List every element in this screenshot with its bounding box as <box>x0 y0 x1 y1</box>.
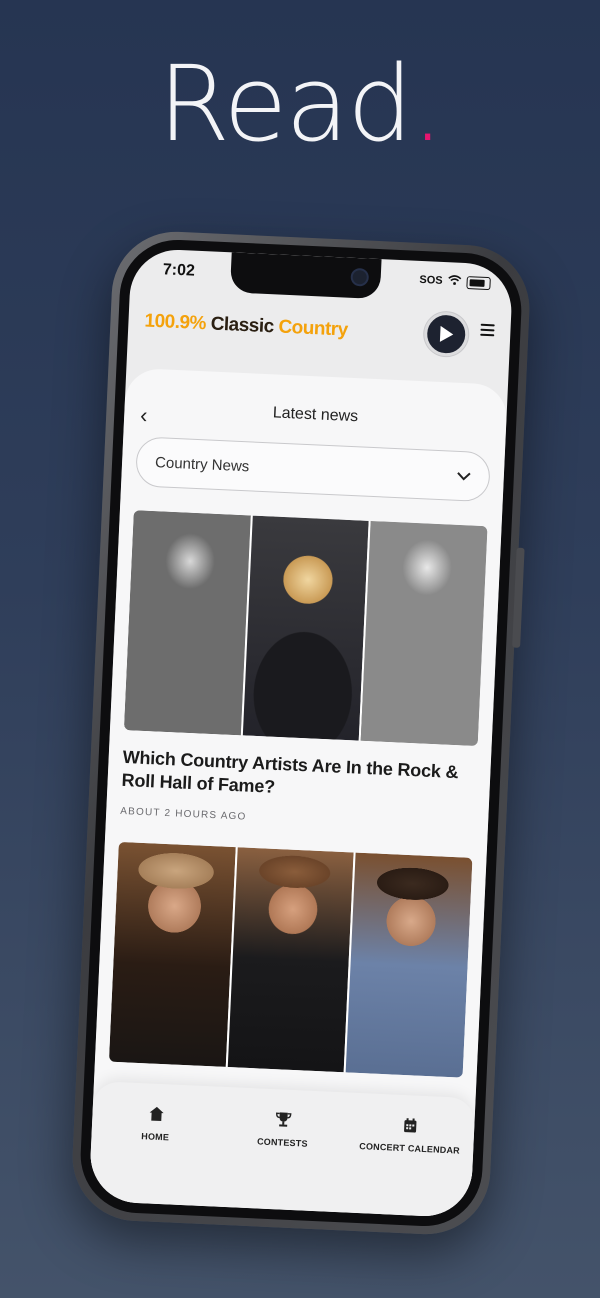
article-meta: ABOUT 2 HOURS AGO <box>120 805 247 823</box>
article-photo-3 <box>345 852 473 1078</box>
article-photo-1 <box>123 510 253 736</box>
battery-icon <box>466 275 491 290</box>
tab-concert-calendar[interactable]: CONCERT CALENDAR <box>352 1115 466 1218</box>
trophy-icon <box>228 1109 339 1134</box>
tab-home[interactable]: HOME <box>97 1103 211 1206</box>
home-icon <box>101 1103 212 1128</box>
logo-part-2: Classic <box>210 313 275 338</box>
bottom-tab-bar: HOME CONTESTS CONCERT CALENDAR <box>88 1080 476 1219</box>
menu-icon[interactable] <box>480 323 495 340</box>
tab-label: CONCERT CALENDAR <box>359 1141 461 1156</box>
article-photo-2 <box>242 515 372 741</box>
article-title[interactable]: Which Country Artists Are In the Rock & … <box>121 746 477 809</box>
article-photo-3 <box>361 520 488 747</box>
article-photo-1 <box>108 841 238 1068</box>
headline-word: Read <box>157 43 413 165</box>
tab-contests[interactable]: CONTESTS <box>224 1109 338 1212</box>
category-dropdown-value: Country News <box>154 454 250 476</box>
article-image[interactable] <box>108 841 473 1078</box>
play-icon <box>439 325 454 342</box>
chevron-down-icon <box>456 465 471 487</box>
logo-part-1: 100.9% <box>144 310 207 335</box>
wifi-icon <box>447 274 462 289</box>
category-dropdown[interactable]: Country News <box>135 436 491 503</box>
logo-part-3: Country <box>277 316 349 341</box>
sos-indicator: SOS <box>419 273 443 287</box>
status-icons: SOS <box>419 273 491 290</box>
calendar-icon <box>355 1115 466 1140</box>
side-button <box>512 547 525 648</box>
tab-label: HOME <box>141 1131 170 1143</box>
headline-dot: . <box>411 43 444 165</box>
phone-screen: 7:02 SOS 100.9% Classic Country ‹ Latest… <box>88 247 514 1219</box>
article-image[interactable] <box>123 510 488 747</box>
phone: 7:02 SOS 100.9% Classic Country ‹ Latest… <box>69 229 533 1237</box>
tab-label: CONTESTS <box>256 1136 308 1149</box>
page-title: Latest news <box>272 404 359 426</box>
article-photo-2 <box>227 847 356 1073</box>
play-button[interactable] <box>423 311 470 358</box>
station-logo: 100.9% Classic Country <box>144 310 348 341</box>
headline: Read. <box>0 52 600 156</box>
status-time: 7:02 <box>162 261 196 280</box>
